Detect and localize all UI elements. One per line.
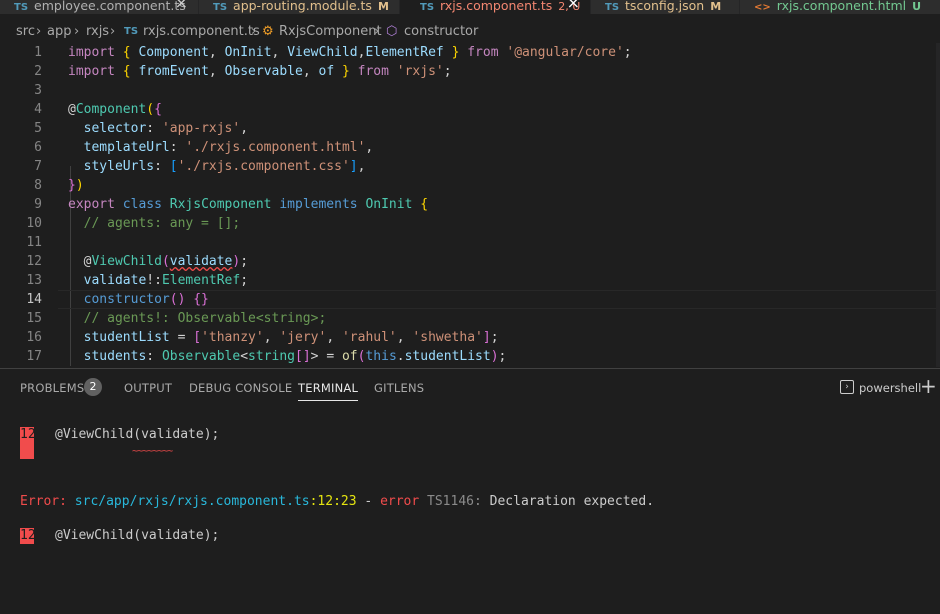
add-terminal-icon[interactable]: + [920,374,937,398]
chevron-right-icon: › [251,24,257,39]
tab-employee-component[interactable]: TS employee.component.ts × [0,0,199,14]
tab-problems[interactable]: PROBLEMS [20,381,84,395]
error-label: Error: [20,494,67,509]
line-number: 17 [26,349,42,364]
tab-debug-console[interactable]: DEBUG CONSOLE [189,381,292,395]
code-line: 16 studentList = ['thanzy', 'jery', 'rah… [0,328,940,347]
terminal-icon: › [840,380,854,394]
tab-gitlens[interactable]: GITLENS [374,381,424,395]
typescript-icon: TS [213,2,228,13]
close-icon[interactable]: × [175,0,188,11]
line-number: 16 [26,330,42,345]
terminal-code-line: @ViewChild(validate); [55,528,220,543]
tab-rxjs-component-ts[interactable]: TS rxjs.component.ts 2, U × [400,0,591,14]
problems-count-badge: 2 [84,378,102,396]
tab-rxjs-component-html[interactable]: <> rxjs.component.html U [740,0,940,14]
bottom-panel: PROBLEMS 2 OUTPUT DEBUG CONSOLE TERMINAL… [0,368,940,614]
code-line-current: 14 constructor() {} [0,290,940,309]
terminal-shell-selector[interactable]: powershell [859,381,921,395]
breadcrumb-method[interactable]: constructor [404,22,478,42]
error-code: TS1146: [427,494,482,509]
code-line: 3 [0,81,940,100]
error-location: :12:23 [309,494,357,509]
terminal-error-message: Error: src/app/rxjs/rxjs.component.ts:12… [20,494,654,510]
line-number: 9 [34,197,42,212]
chevron-right-icon: › [374,24,380,39]
json-icon: TS [605,2,620,13]
git-status-badge: M [710,0,722,13]
tab-tsconfig-json[interactable]: TS tsconfig.json M [591,0,740,14]
class-icon: ⚙ [262,24,274,39]
chevron-right-icon: › [110,24,116,39]
close-icon[interactable]: × [567,0,580,11]
error-line-number: 12 [20,427,36,443]
code-line: 2 import { fromEvent, Observable, of } fr… [0,62,940,81]
code-line: 8}) [0,176,940,195]
git-status-badge: U [912,0,922,13]
method-icon: ⬡ [386,24,398,39]
code-editor[interactable]: 1 import { Component, OnInit, ViewChild,E… [0,43,940,367]
breadcrumb-class[interactable]: RxjsComponent [279,22,382,42]
line-number: 8 [34,178,42,193]
breadcrumb-src[interactable]: src [16,22,35,42]
line-number: 2 [34,64,42,79]
breadcrumb: src › app › rxjs › TS rxjs.component.ts … [0,22,940,42]
chevron-right-icon: › [36,24,42,39]
chevron-right-icon: › [74,24,80,39]
error-word: error [380,494,420,509]
typescript-icon: TS [14,2,29,13]
error-squiggle: ~~~~~~~~ [132,446,173,457]
line-number: 7 [34,159,42,174]
typescript-icon: TS [420,2,435,13]
code-line: 9 export class RxjsComponent implements O… [0,195,940,214]
code-line: 4 @Component({ [0,100,940,119]
tab-output[interactable]: OUTPUT [124,381,172,395]
line-number: 1 [34,45,42,60]
line-number: 12 [26,254,42,269]
minimap[interactable] [936,43,940,367]
code-line: 13 validate!:ElementRef; [0,271,940,290]
line-number: 11 [26,235,42,250]
code-line: 15 // agents!: Observable<string>; [0,309,940,328]
breadcrumb-rxjs[interactable]: rxjs [86,22,109,42]
line-number: 3 [34,83,42,98]
code-line: 12 @ViewChild(validate); [0,252,940,271]
tab-terminal[interactable]: TERMINAL [298,381,359,401]
git-status-badge: M [377,0,389,13]
line-number: 10 [26,216,42,231]
error-line-number: 12 [20,528,36,544]
code-line: 10 // agents: any = []; [0,214,940,233]
line-number: 13 [26,273,42,288]
code-line: 11 [0,233,940,252]
error-gutter-marker [20,443,34,459]
line-number: 4 [34,102,42,117]
terminal-code-line: @ViewChild(validate); [55,427,220,442]
line-number: 15 [26,311,42,326]
error-description: Declaration expected. [489,494,655,509]
tab-app-routing-module[interactable]: TS app-routing.module.ts M [199,0,400,14]
line-number: 14 [26,292,42,307]
line-number: 6 [34,140,42,155]
tab-label: employee.component.ts [34,0,186,13]
tab-label: rxjs.component.html [776,0,907,13]
code-line: 17 students: Observable<string[]> = of(t… [0,347,940,366]
tab-label: tsconfig.json [625,0,705,13]
error-file-path[interactable]: src/app/rxjs/rxjs.component.ts [75,494,310,509]
tab-label: app-routing.module.ts [233,0,372,13]
code-line: 6 templateUrl: './rxjs.component.html', [0,138,940,157]
typescript-icon: TS [124,26,139,37]
error-separator: - [356,494,381,509]
code-line: 5 selector: 'app-rxjs', [0,119,940,138]
tab-label: rxjs.component.ts [440,0,553,13]
line-number: 5 [34,121,42,136]
panel-tab-bar: PROBLEMS 2 OUTPUT DEBUG CONSOLE TERMINAL… [0,369,940,403]
code-line: 1 import { Component, OnInit, ViewChild,E… [0,43,940,62]
html-icon: <> [754,2,771,13]
editor-tab-bar: TS employee.component.ts × TS app-routing.… [0,0,940,14]
breadcrumb-app[interactable]: app [47,22,71,42]
code-line: 7 styleUrls: ['./rxjs.component.css'], [0,157,940,176]
breadcrumb-file[interactable]: rxjs.component.ts [143,22,260,42]
